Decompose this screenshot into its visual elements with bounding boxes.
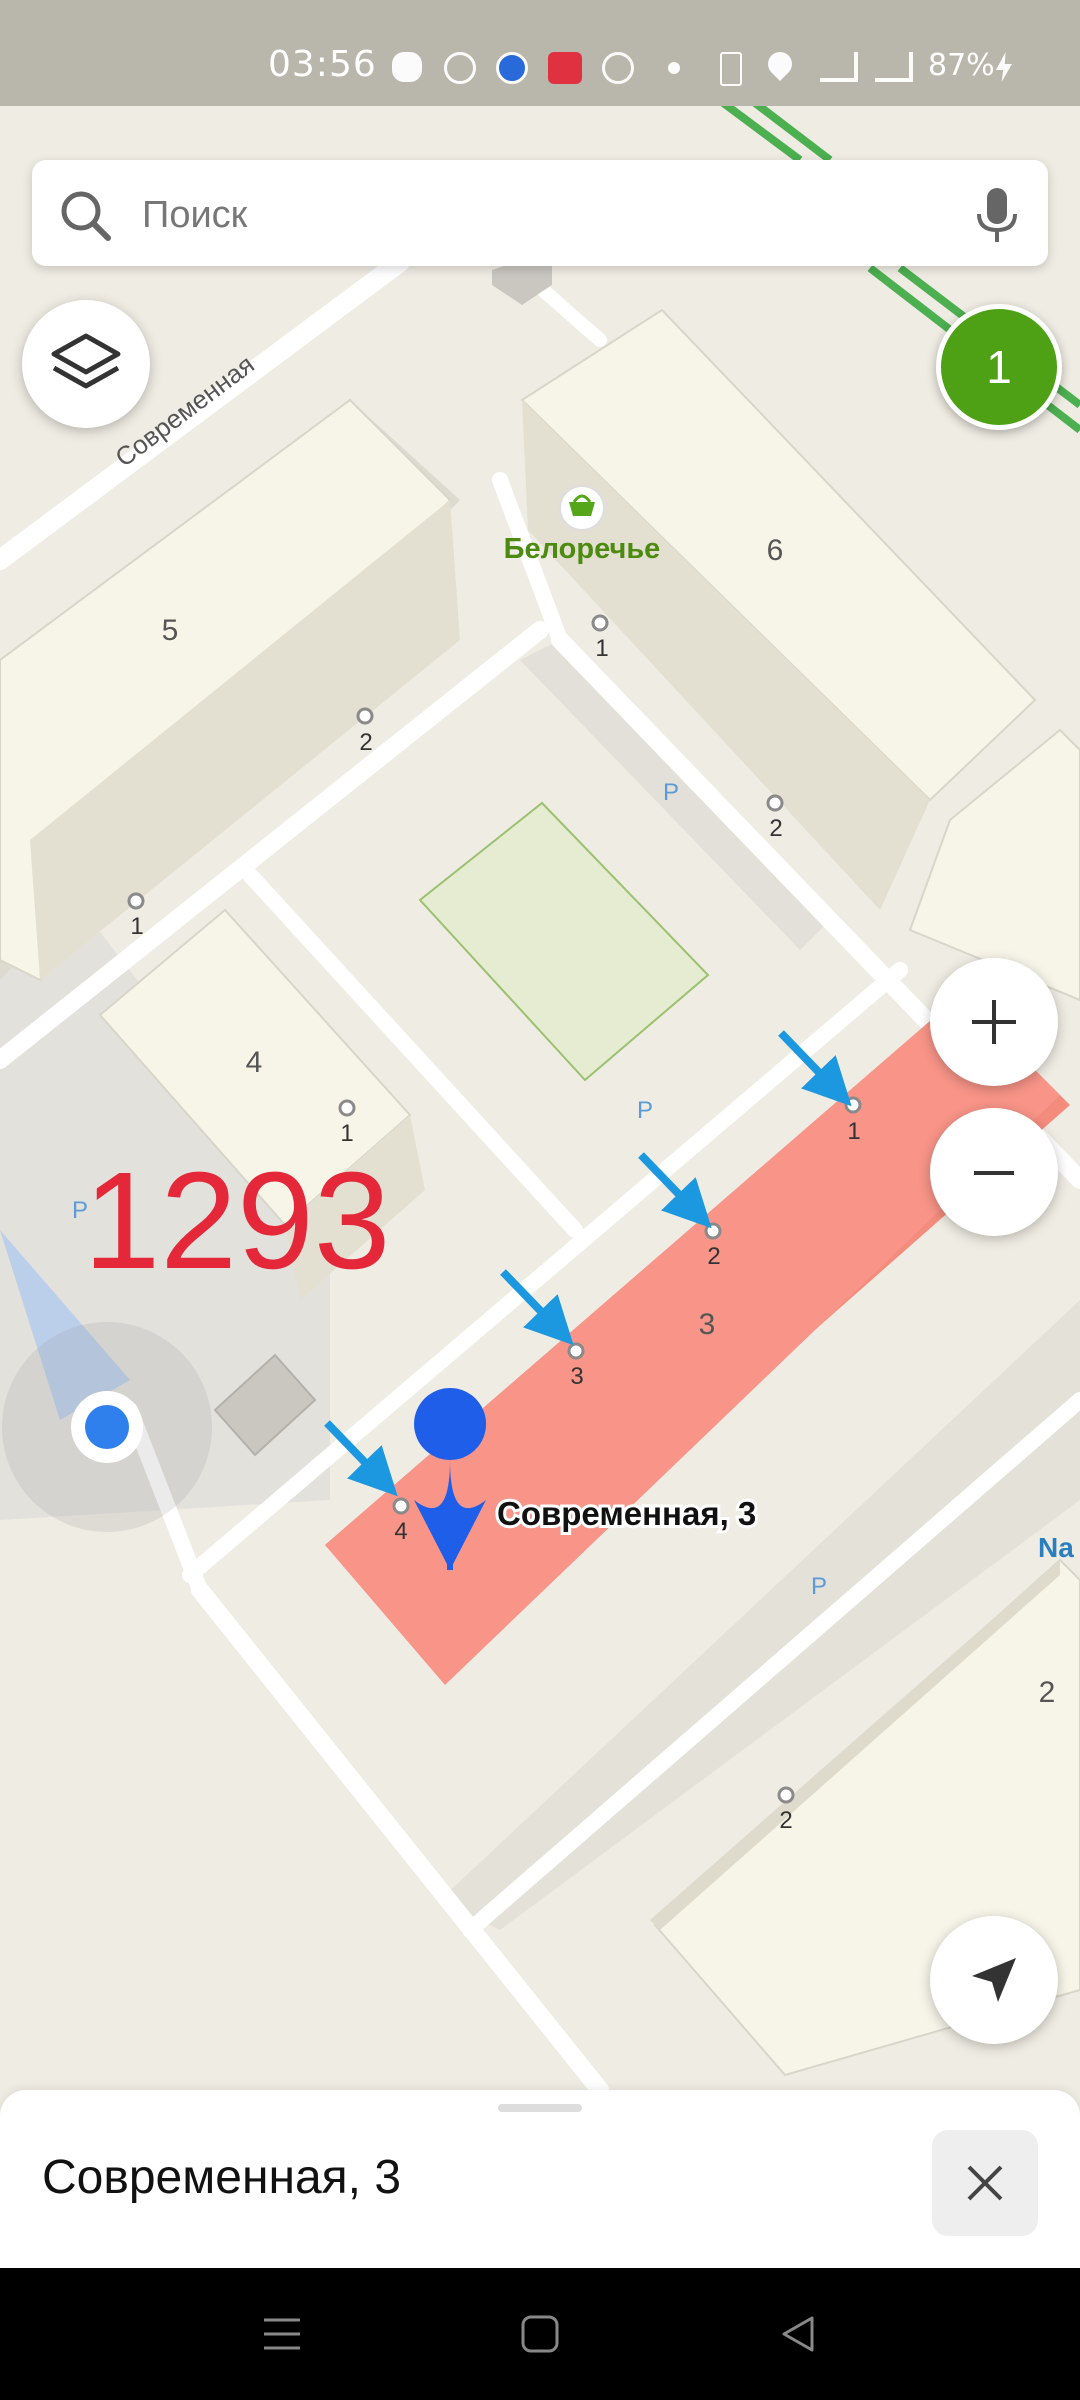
building-number: 6: [767, 534, 784, 567]
entrance-dot: [356, 707, 374, 725]
microphone-icon[interactable]: [970, 186, 1024, 246]
bottom-sheet[interactable]: Современная, 3: [0, 2090, 1080, 2268]
viber-icon: [444, 52, 476, 84]
sheet-title: Современная, 3: [42, 2151, 402, 2204]
entrance-number: 1: [340, 1120, 353, 1147]
entrance-number: 1: [595, 635, 608, 662]
search-bar[interactable]: Поиск: [32, 160, 1048, 266]
zoom-in-button[interactable]: [930, 958, 1058, 1086]
message-icon: [392, 52, 422, 82]
screen-recorder-icon: [548, 52, 582, 84]
search-icon: [61, 191, 111, 241]
navigation-arrow-icon: [972, 1958, 1016, 2002]
entrance-number: 2: [359, 729, 372, 756]
entrance-number: 1: [130, 913, 143, 940]
notification-badge[interactable]: 1: [936, 304, 1062, 430]
close-icon: [967, 2165, 1003, 2201]
status-bar: 03:56 87%: [0, 0, 1080, 106]
search-input[interactable]: Поиск: [142, 194, 247, 237]
entrance-dot: [591, 614, 609, 632]
partial-map-label: Na: [1038, 1532, 1074, 1563]
entrance-dot: [338, 1099, 356, 1117]
zoom-out-button[interactable]: [930, 1108, 1058, 1236]
entrance-number: 4: [394, 1518, 407, 1545]
charging-icon: [996, 52, 1012, 82]
building-number: 5: [162, 614, 179, 647]
pinterest-icon: [602, 52, 634, 84]
selected-address-label: Современная, 3: [497, 1495, 756, 1532]
bluetooth-icon: [720, 52, 742, 86]
layers-button[interactable]: [22, 300, 150, 428]
system-nav-bar: [0, 2268, 1080, 2400]
location-status-icon: [763, 47, 797, 81]
close-button[interactable]: [932, 2130, 1038, 2236]
battery-percent: 87%: [928, 48, 995, 83]
status-time: 03:56: [268, 44, 377, 85]
sheet-drag-handle[interactable]: [498, 2104, 582, 2112]
entrance-dot: [766, 794, 784, 812]
layers-icon: [51, 333, 121, 389]
minus-icon: [974, 1171, 1014, 1175]
entrance-number: 1: [847, 1118, 860, 1145]
entrance-dot: [392, 1497, 410, 1515]
parking-label: P: [663, 779, 679, 806]
entrance-dot: [127, 892, 145, 910]
entrance-number: 3: [570, 1363, 583, 1390]
map-canvas[interactable]: 1 2 2 1 1 1 2 3 4 2 5 6 4 3 2 P P P P Со…: [0, 0, 1080, 2400]
signal-icon: [875, 52, 913, 82]
plus-icon: [972, 1000, 1016, 1044]
entrance-dot: [777, 1786, 795, 1804]
my-location-button[interactable]: [930, 1916, 1058, 2044]
parking-label: P: [637, 1097, 653, 1124]
building-number: 4: [246, 1046, 263, 1079]
entrance-dot: [567, 1342, 585, 1360]
overlay-number: 1293: [84, 1144, 391, 1298]
building-number: 2: [1039, 1676, 1056, 1709]
entrance-number: 2: [769, 815, 782, 842]
entrance-dot: [704, 1222, 722, 1240]
back-icon[interactable]: [778, 2314, 818, 2354]
home-icon[interactable]: [520, 2314, 560, 2354]
parking-label: P: [811, 1573, 827, 1600]
recent-apps-icon[interactable]: [262, 2316, 302, 2352]
entrance-number: 2: [707, 1243, 720, 1270]
entrance-number: 2: [779, 1807, 792, 1834]
building-number: 3: [699, 1308, 716, 1341]
dot-icon: [668, 62, 680, 74]
entrance-dot: [844, 1096, 862, 1114]
search-app-icon: [496, 52, 528, 84]
signal-4g-icon: [820, 52, 858, 82]
poi-label: Белоречье: [504, 533, 661, 565]
